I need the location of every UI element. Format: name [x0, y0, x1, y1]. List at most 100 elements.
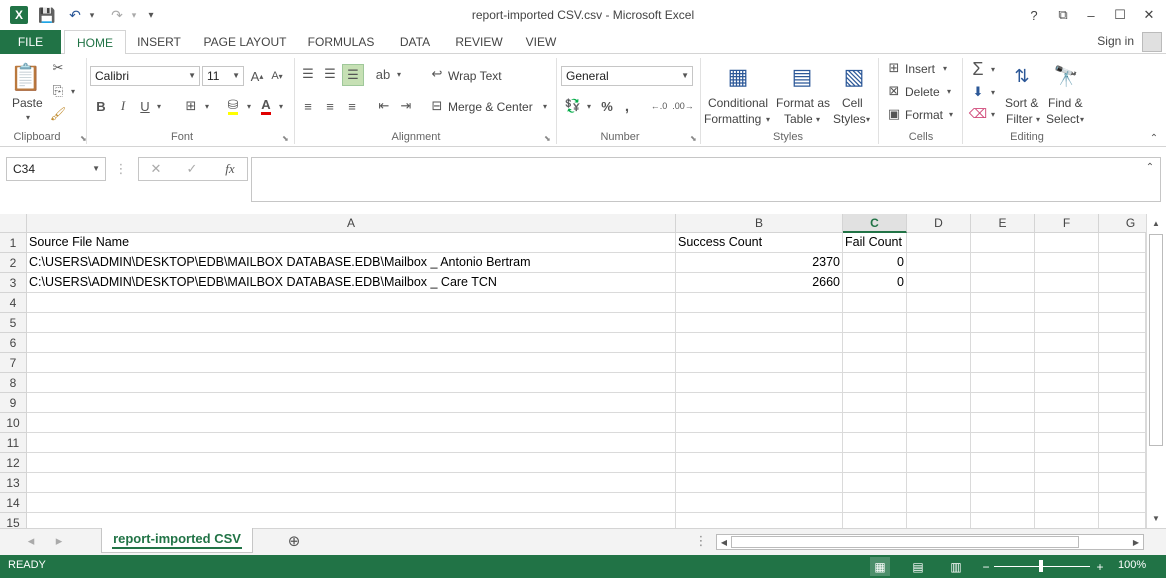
increase-indent-icon[interactable]: ⇥: [396, 96, 416, 116]
cell-b5[interactable]: [676, 313, 843, 333]
cell-e15[interactable]: [971, 513, 1035, 528]
cell-d3[interactable]: [907, 273, 971, 293]
cell-a9[interactable]: [27, 393, 676, 413]
delete-cells-icon[interactable]: ⊠: [884, 82, 904, 100]
cell-f3[interactable]: [1035, 273, 1099, 293]
row-header[interactable]: 4: [0, 293, 27, 313]
cell-c3[interactable]: 0: [843, 273, 907, 293]
cell-c4[interactable]: [843, 293, 907, 313]
font-color-icon[interactable]: A: [256, 96, 276, 116]
bottom-align-icon[interactable]: ☰: [342, 64, 364, 86]
row-header[interactable]: 7: [0, 353, 27, 373]
cell-c8[interactable]: [843, 373, 907, 393]
cell-e7[interactable]: [971, 353, 1035, 373]
cell-g9[interactable]: [1099, 393, 1146, 413]
cell-a1[interactable]: Source File Name: [27, 233, 676, 253]
collapse-ribbon-icon[interactable]: ⌃: [1148, 132, 1160, 144]
cell-d5[interactable]: [907, 313, 971, 333]
tab-review[interactable]: REVIEW: [449, 30, 509, 54]
sort-filter-dropdown-icon[interactable]: ▾: [1034, 114, 1042, 124]
find-select-label-1[interactable]: Find &: [1048, 96, 1083, 110]
cell-e6[interactable]: [971, 333, 1035, 353]
accounting-format-dropdown-icon[interactable]: ▾: [584, 96, 594, 116]
cell-d2[interactable]: [907, 253, 971, 273]
decrease-indent-icon[interactable]: ⇤: [374, 96, 394, 116]
avatar[interactable]: [1142, 32, 1162, 52]
insert-cells-button[interactable]: Insert: [905, 62, 935, 76]
formula-input[interactable]: ⌃: [251, 157, 1161, 202]
accounting-format-icon[interactable]: 💱: [562, 96, 584, 116]
cell-f6[interactable]: [1035, 333, 1099, 353]
font-color-dropdown-icon[interactable]: ▾: [276, 96, 286, 116]
sort-filter-label-2[interactable]: Filter: [1006, 112, 1033, 126]
merge-center-button[interactable]: Merge & Center: [448, 100, 533, 114]
cell-c11[interactable]: [843, 433, 907, 453]
row-header[interactable]: 8: [0, 373, 27, 393]
conditional-formatting-label-1[interactable]: Conditional: [706, 96, 770, 110]
cell-f8[interactable]: [1035, 373, 1099, 393]
conditional-formatting-dropdown-icon[interactable]: ▾: [764, 114, 772, 124]
cell-g13[interactable]: [1099, 473, 1146, 493]
name-box[interactable]: C34 ▼: [6, 157, 106, 181]
font-size-combo[interactable]: 11 ▼: [202, 66, 244, 86]
maximize-button[interactable]: ☐: [1107, 4, 1133, 26]
autosum-icon[interactable]: Σ: [968, 58, 988, 80]
align-right-icon[interactable]: ≡: [342, 96, 362, 116]
zoom-in-button[interactable]: +: [1090, 557, 1110, 576]
cell-d12[interactable]: [907, 453, 971, 473]
zoom-slider-thumb[interactable]: [1039, 560, 1043, 572]
cell-d6[interactable]: [907, 333, 971, 353]
sort-filter-label-1[interactable]: Sort &: [1005, 96, 1038, 110]
cell-d14[interactable]: [907, 493, 971, 513]
alignment-launcher-icon[interactable]: ⬊: [544, 134, 551, 143]
row-header[interactable]: 5: [0, 313, 27, 333]
tab-page-layout[interactable]: PAGE LAYOUT: [197, 30, 293, 54]
cell-a11[interactable]: [27, 433, 676, 453]
cell-b14[interactable]: [676, 493, 843, 513]
horizontal-scroll-thumb[interactable]: [731, 536, 1079, 548]
copy-icon[interactable]: ⎘: [48, 81, 68, 101]
cell-b11[interactable]: [676, 433, 843, 453]
row-header[interactable]: 15: [0, 513, 27, 528]
page-layout-view-icon[interactable]: ▤: [908, 557, 928, 576]
autosum-dropdown-icon[interactable]: ▾: [988, 60, 998, 78]
scroll-right-icon[interactable]: ▶: [1130, 536, 1142, 548]
cell-c5[interactable]: [843, 313, 907, 333]
cell-a15[interactable]: [27, 513, 676, 528]
page-break-preview-icon[interactable]: ▥: [946, 557, 966, 576]
copy-dropdown-icon[interactable]: ▾: [68, 81, 78, 101]
cell-e8[interactable]: [971, 373, 1035, 393]
cell-c6[interactable]: [843, 333, 907, 353]
delete-cells-dropdown-icon[interactable]: ▾: [944, 82, 954, 100]
tab-formulas[interactable]: FORMULAS: [301, 30, 381, 54]
normal-view-icon[interactable]: ▦: [870, 557, 890, 576]
align-center-icon[interactable]: ≡: [320, 96, 340, 116]
tab-data[interactable]: DATA: [392, 30, 438, 54]
cell-g14[interactable]: [1099, 493, 1146, 513]
insert-cells-dropdown-icon[interactable]: ▾: [940, 59, 950, 77]
tab-file[interactable]: FILE: [0, 30, 61, 54]
horizontal-scrollbar[interactable]: ◀ ▶: [716, 534, 1144, 550]
scroll-down-icon[interactable]: ▼: [1150, 512, 1162, 524]
cell-b13[interactable]: [676, 473, 843, 493]
cell-c2[interactable]: 0: [843, 253, 907, 273]
cell-c7[interactable]: [843, 353, 907, 373]
cut-icon[interactable]: ✂: [48, 58, 68, 78]
cell-d9[interactable]: [907, 393, 971, 413]
clear-dropdown-icon[interactable]: ▾: [988, 104, 998, 124]
insert-cells-icon[interactable]: ⊞: [884, 59, 904, 77]
cell-e12[interactable]: [971, 453, 1035, 473]
cell-a2[interactable]: C:\USERS\ADMIN\DESKTOP\EDB\MAILBOX DATAB…: [27, 253, 676, 273]
cell-f15[interactable]: [1035, 513, 1099, 528]
cell-f14[interactable]: [1035, 493, 1099, 513]
vertical-scroll-thumb[interactable]: [1149, 234, 1163, 446]
format-as-table-label-1[interactable]: Format as: [776, 96, 830, 110]
row-header[interactable]: 1: [0, 233, 27, 253]
row-header[interactable]: 3: [0, 273, 27, 293]
cell-a13[interactable]: [27, 473, 676, 493]
find-select-label-2[interactable]: Select: [1046, 112, 1079, 126]
close-button[interactable]: ✕: [1136, 4, 1162, 26]
format-cells-button[interactable]: Format: [905, 108, 943, 122]
paste-button[interactable]: Paste: [12, 96, 43, 110]
cell-b1[interactable]: Success Count: [676, 233, 843, 253]
